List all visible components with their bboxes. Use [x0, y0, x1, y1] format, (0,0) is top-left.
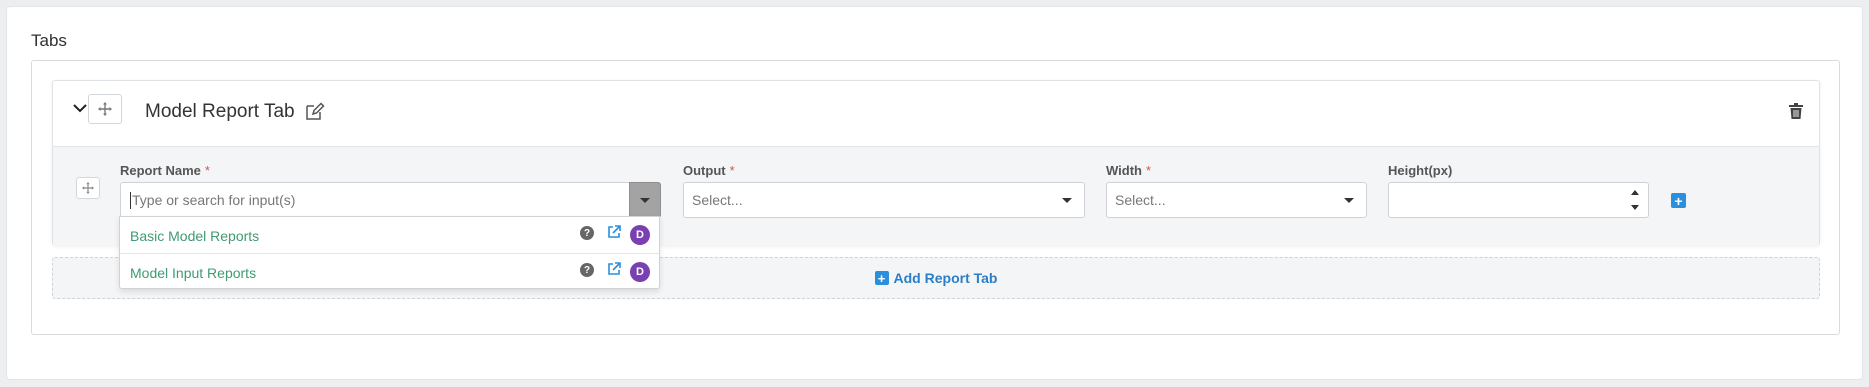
plus-icon: +	[874, 271, 889, 286]
output-select[interactable]: Select...	[683, 182, 1085, 218]
report-name-label: Report Name *	[120, 163, 210, 178]
caret-down-icon	[1062, 198, 1072, 203]
option-label[interactable]: Basic Model Reports	[130, 228, 259, 244]
dropdown-option[interactable]: Basic Model Reports ? D	[120, 217, 659, 253]
height-label: Height(px)	[1388, 163, 1453, 178]
output-select-value: Select...	[692, 192, 743, 208]
add-field-button[interactable]: +	[1671, 193, 1686, 208]
section-title: Tabs	[31, 31, 67, 50]
row-move-handle[interactable]	[76, 177, 100, 199]
help-icon[interactable]: ?	[580, 263, 594, 277]
text-cursor	[130, 192, 131, 209]
report-name-combobox[interactable]: Type or search for input(s)	[120, 182, 661, 218]
caret-down-icon	[640, 197, 650, 203]
spin-up-icon[interactable]	[1631, 190, 1639, 195]
combobox-toggle-button[interactable]	[629, 182, 661, 218]
tab-move-handle[interactable]	[88, 94, 122, 124]
tabs-container: Model Report Tab Report Name * Type or s…	[31, 60, 1840, 335]
height-stepper[interactable]	[1630, 187, 1640, 213]
page-card: Tabs Model Report Tab Report Name * Type…	[6, 6, 1863, 380]
trash-icon[interactable]	[1789, 103, 1807, 123]
edit-icon[interactable]	[305, 101, 327, 123]
report-name-dropdown: Basic Model Reports ? D Model Input Repo…	[119, 216, 660, 289]
add-report-tab-label: Add Report Tab	[893, 270, 998, 286]
report-name-placeholder: Type or search for input(s)	[132, 192, 296, 208]
width-select-value: Select...	[1115, 192, 1166, 208]
move-icon	[82, 182, 94, 194]
tab-title: Model Report Tab	[145, 101, 295, 122]
help-icon[interactable]: ?	[580, 226, 594, 240]
move-icon	[98, 102, 112, 116]
dropdown-option[interactable]: Model Input Reports ? D	[120, 253, 659, 289]
external-link-icon[interactable]	[607, 225, 621, 239]
output-label: Output *	[683, 163, 735, 178]
d-badge: D	[630, 225, 650, 245]
option-label[interactable]: Model Input Reports	[130, 265, 256, 281]
width-label: Width *	[1106, 163, 1152, 178]
width-select[interactable]: Select...	[1106, 182, 1367, 218]
external-link-icon[interactable]	[607, 262, 621, 276]
height-input[interactable]	[1388, 182, 1649, 218]
tab-header: Model Report Tab	[53, 81, 1819, 147]
spin-down-icon[interactable]	[1631, 205, 1639, 210]
d-badge: D	[630, 262, 650, 282]
caret-down-icon	[1344, 198, 1354, 203]
